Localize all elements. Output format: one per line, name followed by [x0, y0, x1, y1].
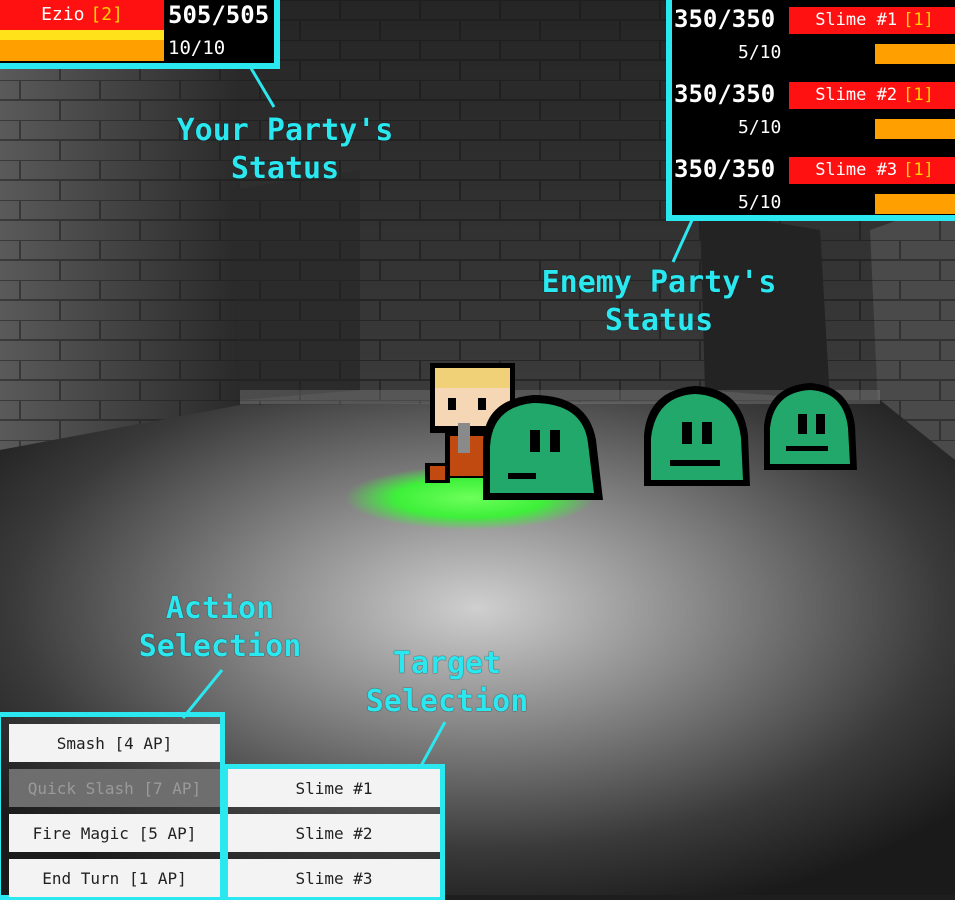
action-selection-panel: Smash [4 AP] Quick Slash [7 AP] Fire Mag…: [0, 712, 225, 900]
enemy-name-bar: Slime #1 [1]: [789, 7, 955, 34]
enemy-name: Slime #3: [815, 160, 898, 180]
target-selection-panel: Slime #1 Slime #2 Slime #3: [223, 764, 445, 900]
enemy-name: Slime #1: [815, 10, 898, 30]
slime-sprite-1[interactable]: [478, 385, 608, 505]
enemy-hp: 350/350: [674, 155, 776, 183]
target-slime-3-button[interactable]: Slime #3: [228, 859, 440, 897]
party-member-hp: 505/505: [168, 1, 270, 29]
enemy-ap: 5/10: [738, 192, 782, 213]
enemy-name: Slime #2: [815, 85, 898, 105]
party-member-level: [2]: [90, 4, 123, 25]
enemy-status-annotation: Enemy Party's Status: [541, 265, 777, 338]
enemy-level: [1]: [903, 10, 934, 30]
enemy-name-bar: Slime #3 [1]: [789, 157, 955, 184]
party-member-name: Ezio: [41, 4, 85, 25]
party-member-hp-bar: [0, 30, 164, 40]
end-turn-button[interactable]: End Turn [1 AP]: [9, 859, 220, 897]
enemy-hp: 350/350: [674, 80, 776, 108]
enemy-hp: 350/350: [674, 5, 776, 33]
enemy-ap: 5/10: [738, 117, 782, 138]
smash-action-button[interactable]: Smash [4 AP]: [9, 724, 220, 762]
quick-slash-action-button[interactable]: Quick Slash [7 AP]: [9, 769, 220, 807]
enemy-status-row-2: 350/350 Slime #2 [1] 5/10: [672, 75, 955, 150]
enemy-name-bar: Slime #2 [1]: [789, 82, 955, 109]
party-member-name-bar: Ezio [2]: [0, 0, 164, 30]
enemy-level: [1]: [903, 85, 934, 105]
enemy-ap-bar: [875, 194, 955, 214]
enemy-status-panel: 350/350 Slime #1 [1] 5/10 350/350 Slime #…: [666, 0, 955, 221]
target-slime-1-button[interactable]: Slime #1: [228, 769, 440, 807]
fire-magic-action-button[interactable]: Fire Magic [5 AP]: [9, 814, 220, 852]
enemy-ap: 5/10: [738, 42, 782, 63]
slime-sprite-3[interactable]: [760, 378, 860, 473]
enemy-status-row-1: 350/350 Slime #1 [1] 5/10: [672, 0, 955, 75]
party-status-panel: Ezio [2] 505/505 10/10: [0, 0, 280, 69]
enemy-status-row-3: 350/350 Slime #3 [1] 5/10: [672, 150, 955, 225]
enemy-ap-bar: [875, 44, 955, 64]
target-selection-annotation: Target Selection: [365, 646, 529, 719]
enemy-level: [1]: [903, 160, 934, 180]
target-slime-2-button[interactable]: Slime #2: [228, 814, 440, 852]
action-selection-annotation: Action Selection: [138, 591, 302, 664]
party-member-ap-bar: [0, 40, 164, 61]
slime-sprite-2[interactable]: [640, 380, 755, 490]
enemy-ap-bar: [875, 119, 955, 139]
party-status-annotation: Your Party's Status: [176, 113, 394, 186]
party-member-ap: 10/10: [168, 37, 226, 59]
